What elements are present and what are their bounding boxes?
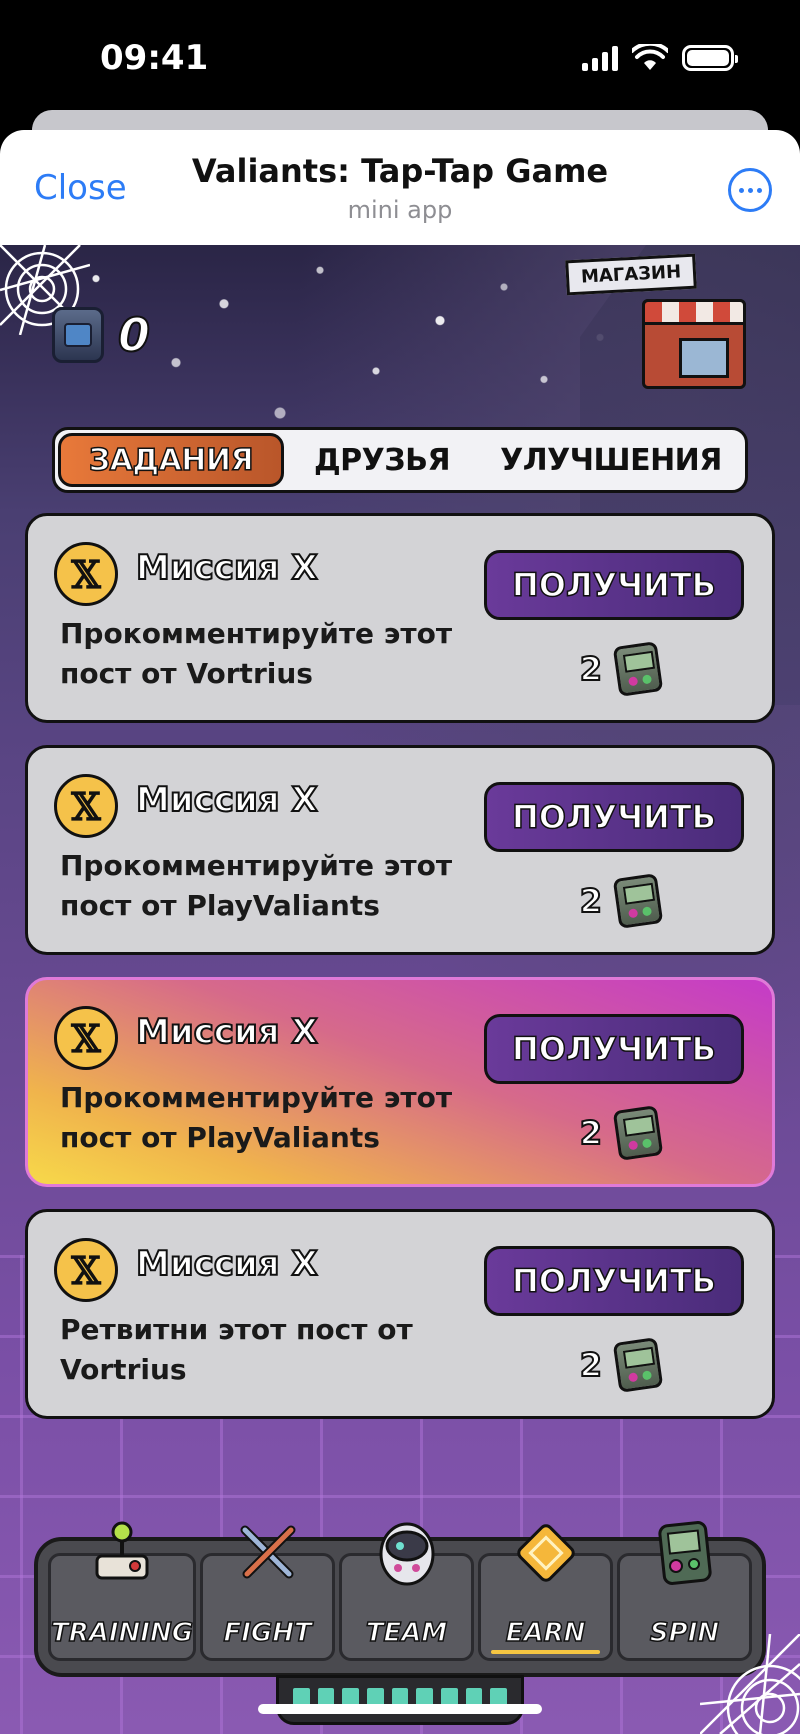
handheld-console-icon bbox=[612, 1105, 664, 1161]
mission-card: 𝕏 Миссия X Ретвитни этот пост от Vortriu… bbox=[25, 1209, 775, 1419]
bottom-navigation: TRAINING FIGHT TEAM EARN SPIN bbox=[34, 1521, 766, 1677]
shop-label: МАГАЗИН bbox=[565, 253, 697, 296]
claim-button[interactable]: ПОЛУЧИТЬ bbox=[484, 1014, 744, 1084]
reward-value: 2 bbox=[579, 881, 603, 921]
handheld-console-icon bbox=[612, 641, 664, 697]
x-logo-icon: 𝕏 bbox=[54, 1006, 118, 1070]
mini-app-header: Close Valiants: Tap-Tap Game mini app bbox=[0, 130, 800, 245]
home-indicator[interactable] bbox=[258, 1704, 542, 1714]
handheld-console-icon bbox=[612, 873, 664, 929]
tab-friends[interactable]: ДРУЗЬЯ bbox=[284, 433, 480, 487]
nav-label: TRAINING bbox=[50, 1617, 194, 1649]
currency-value: 0 bbox=[117, 307, 151, 363]
mission-name: Миссия X bbox=[135, 547, 319, 589]
reward-value: 2 bbox=[579, 1345, 603, 1385]
app-subtitle: mini app bbox=[347, 196, 453, 224]
x-logo-icon: 𝕏 bbox=[54, 1238, 118, 1302]
nav-training[interactable]: TRAINING bbox=[48, 1521, 197, 1661]
mission-reward: 2 bbox=[579, 1337, 664, 1393]
chip-currency-icon bbox=[52, 307, 104, 363]
mission-reward: 2 bbox=[579, 873, 664, 929]
handheld-console-icon bbox=[657, 1521, 712, 1585]
mission-description: Прокомментируйте этот пост от PlayValian… bbox=[60, 849, 453, 922]
x-logo-icon: 𝕏 bbox=[54, 774, 118, 838]
x-logo-icon: 𝕏 bbox=[54, 542, 118, 606]
more-options-icon[interactable] bbox=[728, 168, 772, 212]
claim-button[interactable]: ПОЛУЧИТЬ bbox=[484, 1246, 744, 1316]
joystick-icon bbox=[95, 1521, 149, 1580]
mission-description: Ретвитни этот пост от Vortrius bbox=[60, 1313, 413, 1386]
energy-bar bbox=[276, 1675, 524, 1725]
mission-name: Миссия X bbox=[135, 1011, 319, 1053]
wifi-icon bbox=[632, 44, 668, 70]
reward-value: 2 bbox=[579, 1113, 603, 1153]
reward-value: 2 bbox=[579, 649, 603, 689]
robot-head-icon bbox=[379, 1522, 435, 1586]
handheld-console-icon bbox=[612, 1337, 664, 1393]
mission-description: Прокомментируйте этот пост от Vortrius bbox=[60, 617, 453, 690]
spiderweb-icon bbox=[700, 1634, 800, 1734]
battery-icon bbox=[682, 45, 738, 71]
mission-name: Миссия X bbox=[135, 779, 319, 821]
crossed-swords-icon bbox=[240, 1525, 296, 1579]
nav-label: TEAM bbox=[365, 1617, 448, 1649]
status-time: 09:41 bbox=[100, 38, 209, 78]
nav-earn[interactable]: EARN bbox=[478, 1524, 614, 1661]
mission-list[interactable]: 𝕏 Миссия X Прокомментируйте этот пост от… bbox=[25, 513, 775, 1653]
nav-team[interactable]: TEAM bbox=[339, 1522, 475, 1661]
nav-label: FIGHT bbox=[223, 1617, 313, 1649]
tab-bar: ЗАДАНИЯ ДРУЗЬЯ УЛУЧШЕНИЯ bbox=[52, 427, 748, 493]
mission-description: Прокомментируйте этот пост от PlayValian… bbox=[60, 1081, 453, 1154]
cellular-signal-icon bbox=[582, 45, 618, 71]
game-area: 0 МАГАЗИН ЗАДАНИЯ ДРУЗЬЯ УЛУЧШЕНИЯ 𝕏 Мис… bbox=[0, 245, 800, 1734]
mission-card: 𝕏 Миссия X Прокомментируйте этот пост от… bbox=[25, 745, 775, 955]
mission-reward: 2 bbox=[579, 1105, 664, 1161]
mission-name: Миссия X bbox=[135, 1243, 319, 1285]
claim-button[interactable]: ПОЛУЧИТЬ bbox=[484, 782, 744, 852]
currency-counter: 0 bbox=[52, 307, 151, 363]
nav-fight[interactable]: FIGHT bbox=[200, 1525, 336, 1661]
status-icons bbox=[582, 44, 738, 72]
diamond-coin-icon bbox=[516, 1524, 575, 1582]
app-title: Valiants: Tap-Tap Game bbox=[191, 152, 609, 190]
mission-card: 𝕏 Миссия X Прокомментируйте этот пост от… bbox=[25, 513, 775, 723]
tab-upgrades[interactable]: УЛУЧШЕНИЯ bbox=[480, 433, 742, 487]
mission-reward: 2 bbox=[579, 641, 664, 697]
nav-label: EARN bbox=[505, 1617, 586, 1649]
shop-storefront-icon bbox=[642, 299, 746, 389]
shop-button[interactable]: МАГАЗИН bbox=[565, 253, 746, 393]
mission-card-featured: 𝕏 Миссия X Прокомментируйте этот пост от… bbox=[25, 977, 775, 1187]
tab-tasks[interactable]: ЗАДАНИЯ bbox=[58, 433, 284, 487]
status-bar: 09:41 bbox=[0, 0, 800, 120]
claim-button[interactable]: ПОЛУЧИТЬ bbox=[484, 550, 744, 620]
